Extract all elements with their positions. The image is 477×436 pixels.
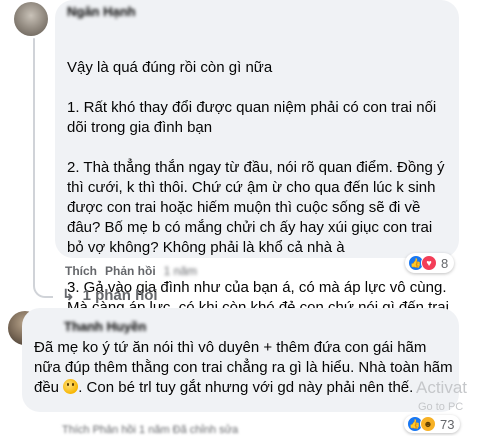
like-link[interactable]: Thích — [65, 264, 97, 278]
comment-author[interactable]: Thanh Huyền — [64, 319, 174, 334]
reaction-summary[interactable]: 👍 ♥ 8 — [405, 253, 455, 273]
haha-reaction-icon: ☻ — [420, 416, 436, 432]
activation-watermark-sub: Go to PC — [418, 401, 464, 413]
comment-time[interactable]: 1 năm — [164, 264, 197, 278]
avatar[interactable] — [14, 2, 48, 36]
reply-arrow-icon: ↳ — [62, 287, 75, 304]
replies-count-label: 1 phản hồi — [82, 286, 158, 304]
thread-connector — [33, 270, 53, 298]
comment-line: 1. Rất khó thay đổi được quan niệm phải … — [67, 99, 437, 136]
comment-line: Vậy là quá đúng rồi còn gì nữa — [67, 59, 273, 76]
comment-text-part: . Con bé trl tuy gắt nhưng với gd này ph… — [78, 379, 414, 396]
comment-bubble: Ngân Hạnh Vậy là quá đúng rồi còn gì nữa… — [55, 0, 459, 336]
comment-actions: Thích Phản hồi 1 năm — [65, 264, 205, 278]
reply-link[interactable]: Phản hồi — [105, 264, 156, 278]
love-reaction-icon: ♥ — [421, 255, 437, 271]
comment-bubble: Thanh Huyền Đã mẹ ko ý tứ ăn nói thì vô … — [22, 308, 459, 412]
reaction-count: 8 — [441, 255, 449, 271]
comment-line: 2. Thà thẳng thắn ngay từ đầu, nói rõ qu… — [67, 159, 445, 256]
thread-line — [33, 38, 35, 283]
reaction-count: 73 — [440, 416, 455, 432]
activation-watermark: Activat — [416, 378, 468, 397]
smiley-emoji-icon — [63, 379, 79, 394]
reaction-summary[interactable]: 👍 ☻ 73 — [404, 415, 461, 433]
comment-actions[interactable]: Thích Phản hồi 1 năm Đã chỉnh sửa — [62, 424, 238, 436]
comment-author[interactable]: Ngân Hạnh — [67, 4, 155, 19]
comment-text: Đã mẹ ko ý tứ ăn nói thì vô duyên + thêm… — [34, 338, 454, 398]
view-replies-link[interactable]: ↳ 1 phản hồi — [62, 286, 158, 305]
